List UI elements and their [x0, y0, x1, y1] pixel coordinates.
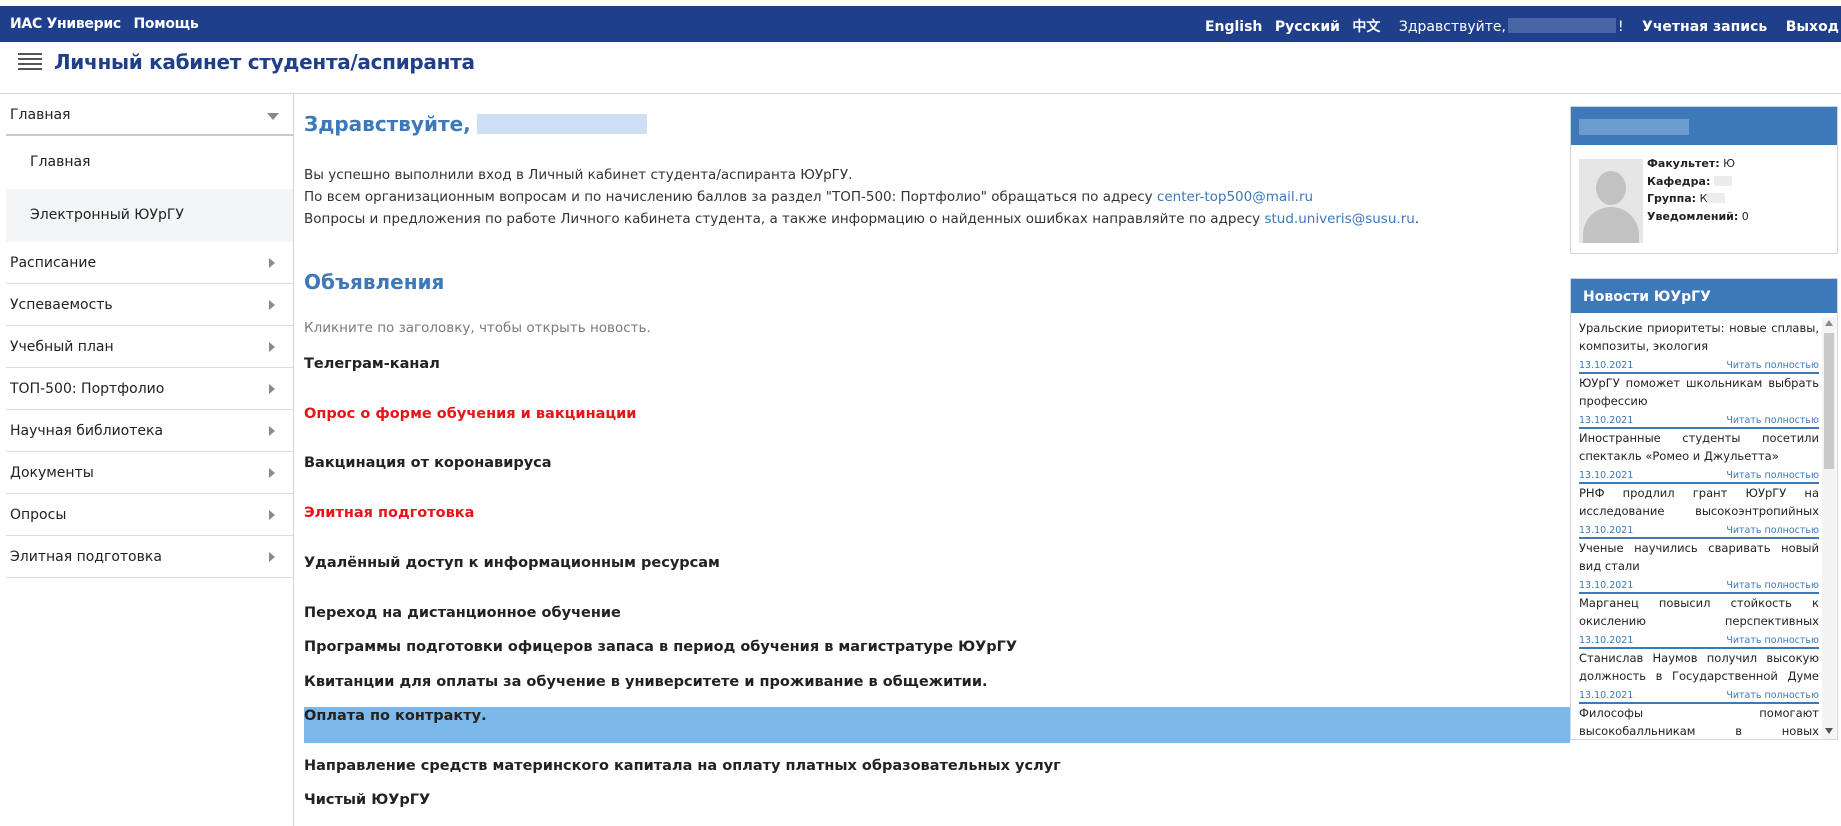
chevron-right-icon — [269, 552, 275, 562]
sidebar-item-schedule[interactable]: Расписание — [6, 242, 293, 284]
group-row: Группа: К — [1647, 190, 1749, 208]
announcements-hint: Кликните по заголовку, чтобы открыть нов… — [304, 320, 651, 336]
announcement-link[interactable]: Элитная подготовка — [304, 505, 474, 521]
announcement-link[interactable]: Чистый ЮУрГУ — [304, 792, 430, 808]
news-panel: Новости ЮУрГУ Уральские приоритеты: новы… — [1570, 278, 1838, 740]
sidebar-item-main[interactable]: Главная — [6, 94, 293, 136]
top-bar: ИАС Универис Помощь English Русский 中文 З… — [0, 6, 1841, 42]
page-title: Личный кабинет студента/аспиранта — [54, 50, 475, 74]
announcement-link[interactable]: Опрос о форме обучения и вакцинации — [304, 406, 636, 422]
announcement-link[interactable]: Оплата по контракту. — [304, 708, 487, 724]
news-item[interactable]: Станислав Наумов получил высокую должнос… — [1579, 649, 1819, 704]
announcement-link[interactable]: Переход на дистанционное обучение — [304, 605, 621, 621]
chevron-right-icon — [269, 342, 275, 352]
brand-link[interactable]: ИАС Универис — [10, 16, 121, 32]
chevron-right-icon — [269, 510, 275, 520]
user-name-blurred — [1507, 18, 1616, 33]
intro-text: Вы успешно выполнили вход в Личный кабин… — [304, 164, 1419, 230]
profile-info: Факультет: Ю Кафедра: Группа: К Уведомле… — [1647, 155, 1749, 225]
chevron-right-icon — [269, 258, 275, 268]
help-link[interactable]: Помощь — [133, 16, 198, 32]
sidebar-subitem-main[interactable]: Главная — [6, 136, 293, 189]
lang-ru-link[interactable]: Русский — [1275, 19, 1340, 35]
logout-link[interactable]: Выход — [1786, 19, 1839, 35]
announcement-link[interactable]: Удалённый доступ к информационным ресурс… — [304, 555, 720, 571]
profile-card-header — [1571, 107, 1837, 145]
read-more-link[interactable]: Читать полностью — [1726, 580, 1819, 591]
sidebar-item-label: Главная — [10, 107, 71, 123]
sidebar-item-library[interactable]: Научная библиотека — [6, 410, 293, 452]
email-link-support[interactable]: stud.univeris@susu.ru — [1264, 211, 1414, 227]
announcement-link[interactable]: Квитанции для оплаты за обучение в униве… — [304, 674, 988, 690]
intro-line: Вы успешно выполнили вход в Личный кабин… — [304, 167, 853, 183]
news-item[interactable]: Ученые научились сваривать новый вид ста… — [1579, 539, 1819, 594]
scroll-down-icon[interactable] — [1825, 728, 1833, 734]
read-more-link[interactable]: Читать полностью — [1726, 470, 1819, 481]
profile-card: Факультет: Ю Кафедра: Группа: К Уведомле… — [1570, 106, 1838, 254]
announcement-link[interactable]: Вакцинация от коронавируса — [304, 455, 552, 471]
announcements-title: Объявления — [304, 270, 445, 294]
scroll-up-icon[interactable] — [1825, 320, 1833, 326]
chevron-down-icon — [267, 113, 279, 120]
news-item[interactable]: Уральские приоритеты: новые сплавы, комп… — [1579, 319, 1819, 374]
chevron-right-icon — [269, 468, 275, 478]
read-more-link[interactable]: Читать полностью — [1726, 415, 1819, 426]
news-scrollbar[interactable] — [1822, 317, 1836, 739]
read-more-link[interactable]: Читать полностью — [1726, 525, 1819, 536]
intro-line: Вопросы и предложения по работе Личного … — [304, 211, 1420, 227]
lang-zh-link[interactable]: 中文 — [1352, 19, 1380, 35]
avatar — [1579, 159, 1643, 243]
sidebar-item-documents[interactable]: Документы — [6, 452, 293, 494]
row-highlight — [304, 707, 1570, 743]
scroll-thumb[interactable] — [1824, 333, 1834, 469]
greeting-text: Здравствуйте,! — [1398, 18, 1624, 35]
news-panel-title: Новости ЮУрГУ — [1571, 279, 1837, 313]
email-link-top500[interactable]: center-top500@mail.ru — [1157, 189, 1313, 205]
read-more-link[interactable]: Читать полностью — [1726, 690, 1819, 701]
news-item[interactable]: РНФ продлил грант ЮУрГУ на исследование … — [1579, 484, 1819, 539]
read-more-link[interactable]: Читать полностью — [1726, 635, 1819, 646]
announcement-link[interactable]: Направление средств материнского капитал… — [304, 758, 1061, 774]
user-name-blurred — [1579, 119, 1689, 135]
lang-en-link[interactable]: English — [1205, 19, 1262, 35]
department-row: Кафедра: — [1647, 173, 1749, 191]
chevron-right-icon — [269, 384, 275, 394]
notifications-row[interactable]: Уведомлений: 0 — [1647, 208, 1749, 226]
faculty-row: Факультет: Ю — [1647, 157, 1735, 170]
sidebar-subitem-electronic-susu[interactable]: Электронный ЮУрГУ — [6, 189, 293, 242]
sidebar-item-curriculum[interactable]: Учебный план — [6, 326, 293, 368]
sidebar: Главная Главная Электронный ЮУрГУ Распис… — [6, 94, 294, 826]
chevron-right-icon — [269, 300, 275, 310]
news-item[interactable]: ЮУрГУ поможет школьникам выбрать професс… — [1579, 374, 1819, 429]
announcement-link[interactable]: Программы подготовки офицеров запаса в п… — [304, 639, 1017, 655]
news-item[interactable]: Марганец повысил стойкость к окислению п… — [1579, 594, 1819, 649]
user-name-blurred — [476, 114, 647, 134]
account-link[interactable]: Учетная запись — [1642, 19, 1767, 35]
announcement-link[interactable]: Телеграм-канал — [304, 356, 440, 372]
read-more-link[interactable]: Читать полностью — [1726, 360, 1819, 371]
welcome-heading: Здравствуйте, — [304, 112, 647, 136]
page-header: Личный кабинет студента/аспиранта — [0, 42, 1841, 94]
intro-line: По всем организационным вопросам и по на… — [304, 189, 1314, 205]
menu-icon[interactable] — [18, 53, 42, 73]
news-item[interactable]: Философы помогают высокобалльникам в нов… — [1579, 704, 1819, 739]
sidebar-item-portfolio[interactable]: ТОП-500: Портфолио — [6, 368, 293, 410]
news-item[interactable]: Иностранные студенты посетили спектакль … — [1579, 429, 1819, 484]
chevron-right-icon — [269, 426, 275, 436]
sidebar-item-grades[interactable]: Успеваемость — [6, 284, 293, 326]
news-list[interactable]: Уральские приоритеты: новые сплавы, комп… — [1579, 319, 1819, 739]
sidebar-item-elite[interactable]: Элитная подготовка — [6, 536, 293, 578]
sidebar-item-surveys[interactable]: Опросы — [6, 494, 293, 536]
